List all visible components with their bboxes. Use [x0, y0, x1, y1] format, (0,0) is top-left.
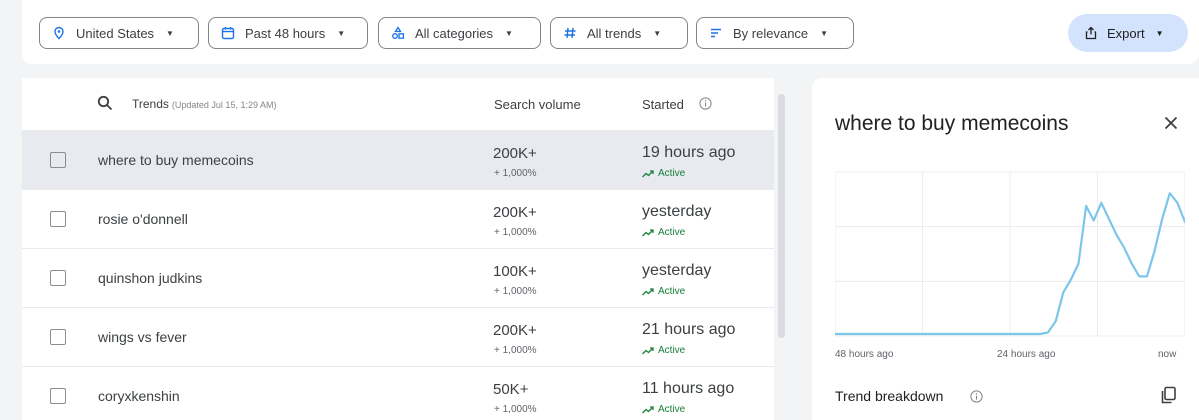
caret-down-icon: ▼ [337, 28, 346, 38]
search-volume: 50K+ [493, 381, 529, 398]
x-tick-label: now [1158, 349, 1177, 360]
status-badge: Active [642, 168, 685, 179]
category-filter[interactable]: All categories ▼ [378, 17, 541, 49]
search-volume: 200K+ [493, 322, 537, 339]
search-volume: 200K+ [493, 145, 537, 162]
caret-down-icon: ▼ [505, 28, 513, 38]
trending-up-icon [642, 287, 654, 295]
trending-up-icon [642, 169, 654, 177]
trending-up-icon [642, 346, 654, 354]
status-badge: Active [642, 404, 685, 415]
time-filter-label: Past 48 hours [245, 25, 326, 41]
scrollbar-thumb[interactable] [778, 94, 785, 338]
status-label: Active [658, 345, 686, 356]
status-badge: Active [642, 345, 685, 356]
updated-timestamp: (Updated Jul 15, 1:29 AM) [171, 100, 277, 110]
time-filter[interactable]: Past 48 hours ▼ [208, 17, 368, 49]
x-tick-label: 24 hours ago [997, 349, 1056, 360]
trend-line-chart [835, 171, 1185, 337]
location-filter-label: United States [76, 25, 155, 41]
share-export-icon [1084, 26, 1098, 40]
search-icon[interactable] [97, 95, 113, 111]
status-label: Active [658, 286, 686, 297]
export-label: Export [1107, 25, 1145, 41]
info-icon[interactable] [970, 390, 983, 403]
started-time: 11 hours ago [642, 380, 735, 397]
started-time: 19 hours ago [642, 144, 736, 161]
trend-term: quinshon judkins [98, 270, 203, 286]
search-volume: 200K+ [493, 204, 537, 221]
row-checkbox[interactable] [50, 388, 66, 404]
status-badge: Active [642, 227, 685, 238]
volume-change: + 1,000% [494, 404, 537, 415]
column-header-trends: Trends (Updated Jul 15, 1:29 AM) [132, 97, 276, 111]
trends-table: Trends (Updated Jul 15, 1:29 AM) Search v… [22, 78, 774, 420]
location-pin-icon [52, 26, 66, 40]
table-header: Trends (Updated Jul 15, 1:29 AM) Search v… [22, 78, 774, 130]
volume-change: + 1,000% [494, 345, 537, 356]
copy-icon[interactable] [1160, 386, 1177, 405]
status-label: Active [658, 227, 686, 238]
volume-change: + 1,000% [494, 168, 537, 179]
trending-up-icon [642, 228, 654, 236]
row-checkbox[interactable] [50, 329, 66, 345]
trend-term: coryxkenshin [98, 388, 180, 404]
sort-filter[interactable]: By relevance ▼ [696, 17, 854, 49]
column-header-started[interactable]: Started [642, 97, 684, 112]
status-badge: Active [642, 286, 685, 297]
sort-filter-label: By relevance [733, 25, 809, 41]
trend-breakdown-label: Trend breakdown [835, 388, 944, 404]
calendar-icon [221, 26, 235, 40]
categories-icon [391, 26, 405, 40]
volume-change: + 1,000% [494, 286, 537, 297]
table-row[interactable]: where to buy memecoins 200K+ + 1,000% 19… [22, 130, 774, 189]
x-tick-label: 48 hours ago [835, 349, 894, 360]
caret-down-icon: ▼ [820, 28, 829, 38]
row-checkbox[interactable] [50, 270, 66, 286]
row-checkbox[interactable] [50, 152, 66, 168]
search-volume: 100K+ [493, 263, 537, 280]
location-filter[interactable]: United States ▼ [39, 17, 199, 49]
hashtag-icon [563, 26, 577, 40]
table-row[interactable]: rosie o'donnell 200K+ + 1,000% yesterday… [22, 189, 774, 248]
info-icon[interactable] [699, 97, 712, 110]
row-checkbox[interactable] [50, 211, 66, 227]
trend-type-filter-label: All trends [587, 25, 642, 41]
column-header-volume[interactable]: Search volume [494, 97, 581, 112]
trend-term: wings vs fever [98, 329, 187, 345]
caret-down-icon: ▼ [653, 28, 662, 38]
trends-header-label: Trends [132, 97, 169, 111]
close-icon[interactable] [1162, 114, 1180, 132]
category-filter-label: All categories [415, 25, 494, 41]
volume-change: + 1,000% [494, 227, 537, 238]
trending-up-icon [642, 405, 654, 413]
filter-bar: United States ▼ Past 48 hours ▼ All cate… [22, 0, 1199, 64]
caret-down-icon: ▼ [1155, 28, 1164, 38]
started-time: 21 hours ago [642, 321, 736, 338]
trend-term: rosie o'donnell [98, 211, 188, 227]
trend-type-filter[interactable]: All trends ▼ [550, 17, 688, 49]
started-time: yesterday [642, 203, 712, 220]
sort-icon [709, 26, 723, 40]
trend-term: where to buy memecoins [98, 152, 254, 168]
table-row[interactable]: coryxkenshin 50K+ + 1,000% 11 hours ago … [22, 366, 774, 420]
table-row[interactable]: quinshon judkins 100K+ + 1,000% yesterda… [22, 248, 774, 307]
export-button[interactable]: Export ▼ [1068, 14, 1188, 52]
started-time: yesterday [642, 262, 712, 279]
status-label: Active [658, 168, 686, 179]
panel-title: where to buy memecoins [835, 112, 1069, 135]
status-label: Active [658, 404, 686, 415]
trend-detail-panel: where to buy memecoins 48 hours ago 24 h… [812, 78, 1199, 420]
caret-down-icon: ▼ [166, 28, 174, 38]
table-row[interactable]: wings vs fever 200K+ + 1,000% 21 hours a… [22, 307, 774, 366]
